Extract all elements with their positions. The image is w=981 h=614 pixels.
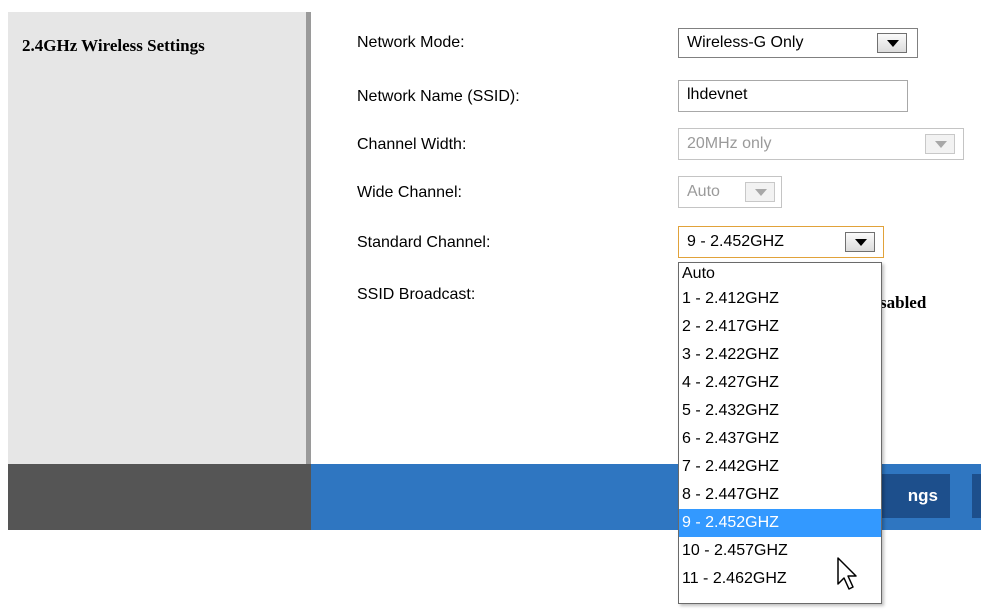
channel-width-select: 20MHz only xyxy=(678,128,964,160)
cancel-changes-button[interactable] xyxy=(972,474,981,518)
dropdown-option[interactable]: Auto xyxy=(679,263,881,285)
ssid-label: Network Name (SSID): xyxy=(357,88,520,105)
mouse-pointer-icon xyxy=(837,557,857,590)
wide-channel-value: Auto xyxy=(687,183,720,200)
section-title: 2.4GHz Wireless Settings xyxy=(22,36,205,55)
channel-width-value: 20MHz only xyxy=(687,135,772,152)
standard-channel-label: Standard Channel: xyxy=(357,234,491,251)
section-panel: 2.4GHz Wireless Settings xyxy=(8,12,306,464)
ssid-input[interactable]: lhdevnet xyxy=(678,80,908,112)
chevron-down-icon[interactable] xyxy=(877,33,907,53)
footer-bar-left xyxy=(8,464,311,530)
channel-width-label: Channel Width: xyxy=(357,136,467,153)
standard-channel-select[interactable]: 9 - 2.452GHZ xyxy=(678,226,884,258)
network-mode-select[interactable]: Wireless-G Only xyxy=(678,28,918,58)
chevron-down-icon xyxy=(925,134,955,154)
dropdown-option[interactable]: 3 - 2.422GHZ xyxy=(679,341,881,369)
dropdown-option[interactable]: 8 - 2.447GHZ xyxy=(679,481,881,509)
dropdown-option[interactable]: 4 - 2.427GHZ xyxy=(679,369,881,397)
standard-channel-value: 9 - 2.452GHZ xyxy=(687,233,784,250)
network-mode-value: Wireless-G Only xyxy=(687,34,804,51)
dropdown-option[interactable]: 5 - 2.432GHZ xyxy=(679,397,881,425)
chevron-down-icon xyxy=(745,182,775,202)
dropdown-option[interactable]: 9 - 2.452GHZ xyxy=(679,509,881,537)
dropdown-option[interactable]: 6 - 2.437GHZ xyxy=(679,425,881,453)
network-mode-label: Network Mode: xyxy=(357,34,465,51)
chevron-down-icon[interactable] xyxy=(845,232,875,252)
dropdown-option[interactable]: 7 - 2.442GHZ xyxy=(679,453,881,481)
wide-channel-label: Wide Channel: xyxy=(357,184,462,201)
dropdown-option[interactable]: 1 - 2.412GHZ xyxy=(679,285,881,313)
wide-channel-select: Auto xyxy=(678,176,782,208)
dropdown-option[interactable]: 2 - 2.417GHZ xyxy=(679,313,881,341)
ssid-broadcast-label: SSID Broadcast: xyxy=(357,286,476,303)
ssid-broadcast-disabled-option[interactable]: sabled xyxy=(880,293,926,313)
standard-channel-dropdown-list[interactable]: Auto 1 - 2.412GHZ 2 - 2.417GHZ 3 - 2.422GHZ… xyxy=(678,262,882,604)
